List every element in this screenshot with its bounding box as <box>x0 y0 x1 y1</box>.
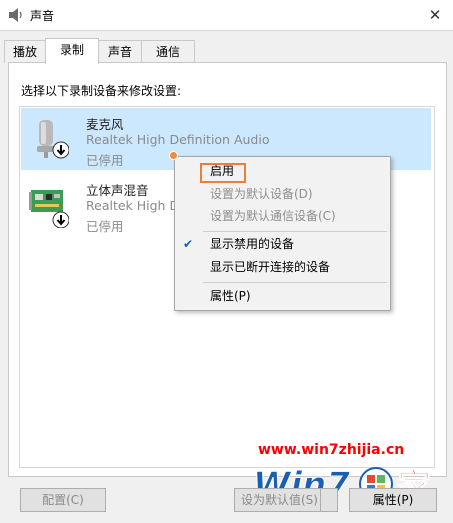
menu-item-set-default[interactable]: 设置为默认设备(D) <box>175 183 388 205</box>
menu-item-label: 设置为默认设备(D) <box>210 187 313 201</box>
menu-separator <box>203 231 387 232</box>
context-menu: 启用 设置为默认设备(D) 设置为默认通信设备(C) ✔ 显示禁用的设备 显示已… <box>174 156 391 311</box>
device-status: 已停用 <box>86 219 124 234</box>
device-name: 麦克风 <box>86 117 124 132</box>
tab-recording[interactable]: 录制 <box>45 38 99 64</box>
window-title: 声音 <box>30 9 55 23</box>
device-status: 已停用 <box>86 153 124 168</box>
menu-separator <box>203 282 387 283</box>
menu-item-label: 设置为默认通信设备(C) <box>210 209 336 223</box>
title-bar: 声音 ✕ <box>0 0 453 31</box>
menu-item-label: 属性(P) <box>210 289 251 303</box>
menu-item-label: 启用 <box>210 164 235 178</box>
configure-button[interactable]: 配置(C) <box>20 488 106 512</box>
close-icon[interactable]: ✕ <box>423 3 447 27</box>
menu-item-show-disabled[interactable]: ✔ 显示禁用的设备 <box>175 233 388 255</box>
tab-playback[interactable]: 播放 <box>4 40 46 63</box>
tab-communications[interactable]: 通信 <box>141 40 195 63</box>
speaker-icon <box>9 8 22 22</box>
set-default-button[interactable]: 设为默认值(S) <box>234 488 338 512</box>
watermark-url: www.win7zhijia.cn <box>258 442 405 458</box>
menu-item-set-default-comm[interactable]: 设置为默认通信设备(C) <box>175 205 388 227</box>
tab-sounds[interactable]: 声音 <box>98 40 142 63</box>
menu-item-label: 显示已断开连接的设备 <box>210 260 331 274</box>
device-driver: Realtek High De <box>86 198 187 213</box>
menu-item-enable[interactable]: 启用 <box>175 160 388 183</box>
tab-bar: 播放 录制 声音 通信 <box>0 38 453 64</box>
device-driver: Realtek High Definition Audio <box>86 132 270 147</box>
instruction-text: 选择以下录制设备来修改设置: <box>21 84 182 98</box>
sound-card-icon <box>29 190 69 228</box>
click-cursor-icon <box>169 151 178 160</box>
checkmark-icon: ✔ <box>183 237 194 251</box>
microphone-icon <box>37 120 69 159</box>
properties-button[interactable]: 属性(P) <box>349 488 437 512</box>
menu-item-label: 显示禁用的设备 <box>210 237 295 251</box>
chevron-down-icon[interactable] <box>320 489 337 511</box>
menu-item-show-disconnected[interactable]: 显示已断开连接的设备 <box>175 256 388 278</box>
menu-item-properties[interactable]: 属性(P) <box>175 285 388 307</box>
set-default-label: 设为默认值(S) <box>241 493 318 507</box>
device-name: 立体声混音 <box>86 183 149 198</box>
